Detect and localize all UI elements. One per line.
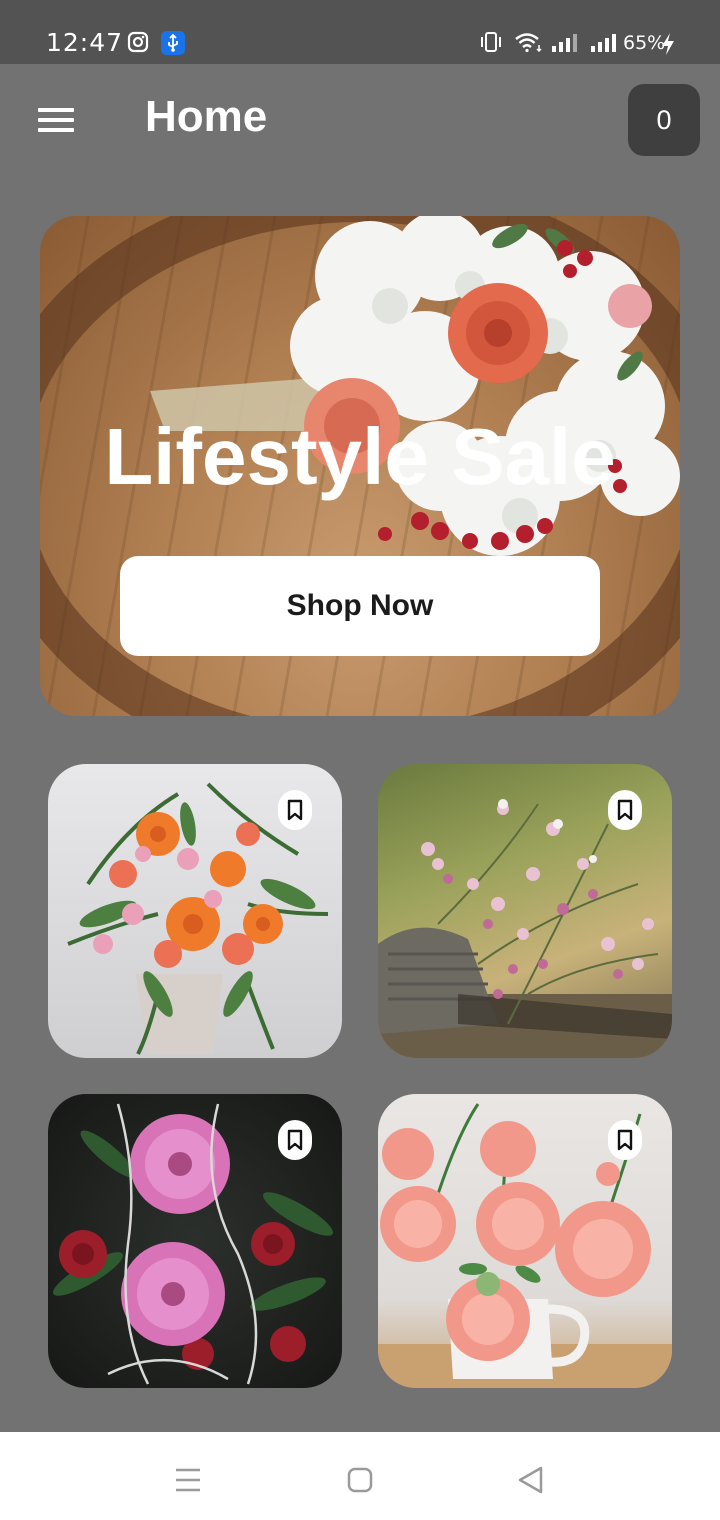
product-card[interactable] — [48, 764, 342, 1058]
hamburger-menu-icon[interactable] — [36, 104, 76, 136]
back-icon[interactable] — [511, 1460, 551, 1500]
product-card[interactable] — [378, 764, 672, 1058]
system-nav-bar — [0, 1432, 720, 1520]
bookmark-icon[interactable] — [608, 1120, 642, 1160]
battery-level: 65% — [623, 32, 666, 54]
bookmark-icon[interactable] — [608, 790, 642, 830]
usb-icon — [161, 31, 185, 55]
status-time: 12:47 — [46, 28, 124, 57]
product-card[interactable] — [48, 1094, 342, 1388]
signal-icon — [591, 34, 616, 52]
wifi-icon — [515, 33, 542, 53]
home-icon[interactable] — [340, 1460, 380, 1500]
shop-now-button[interactable]: Shop Now — [120, 556, 600, 656]
hero-title: Lifestyle Sale — [104, 412, 616, 501]
hero-banner: Lifestyle Sale Shop Now — [40, 216, 680, 716]
bookmark-icon[interactable] — [278, 790, 312, 830]
page-title: Home — [145, 92, 268, 141]
product-card[interactable] — [378, 1094, 672, 1388]
recents-icon[interactable] — [168, 1460, 208, 1500]
status-bar: 12:47 65% — [0, 0, 720, 64]
charging-icon — [662, 33, 674, 55]
instagram-icon — [127, 31, 149, 53]
signal-icon — [552, 34, 577, 52]
vibrate-icon — [481, 32, 501, 52]
bookmark-icon[interactable] — [278, 1120, 312, 1160]
cart-count-button[interactable]: 0 — [628, 84, 700, 156]
